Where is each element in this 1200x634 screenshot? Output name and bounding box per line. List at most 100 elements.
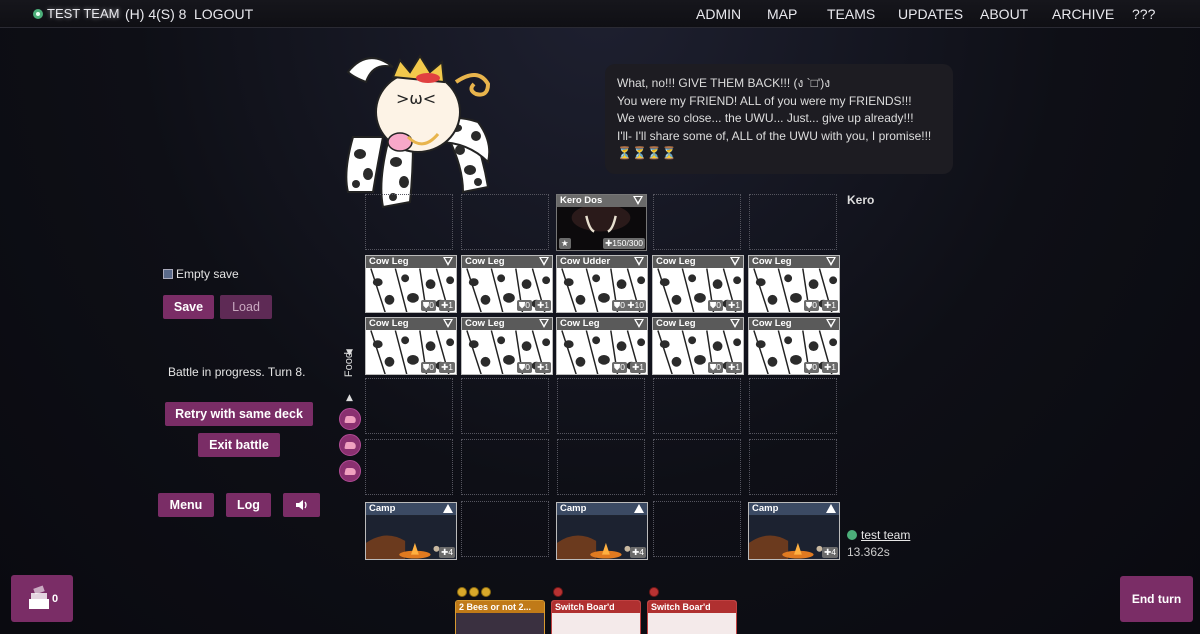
hand-card[interactable]: Switch Boar'd [551, 600, 641, 634]
cow-part-card[interactable]: Cow Leg ⛊0 ✚1 [461, 255, 553, 313]
nav-map[interactable]: MAP [767, 6, 797, 22]
card-direction-icon [826, 504, 836, 513]
score-display: (H) 4(S) 8 [125, 6, 187, 22]
food-item-icon[interactable] [339, 434, 361, 456]
sound-button[interactable] [283, 493, 320, 517]
card-hp: ✚10 [625, 300, 646, 311]
cow-boss-portrait: >ω< [345, 54, 491, 209]
cow-part-card[interactable]: Cow Leg ⛊0 ✚1 [365, 255, 457, 313]
card-direction-icon [443, 257, 453, 266]
board-cell[interactable] [749, 378, 837, 434]
card-cost [553, 587, 563, 598]
kero-dos-card[interactable]: Kero Dos ★ ✚150/300 [556, 194, 647, 251]
card-direction-icon [634, 319, 644, 328]
log-button[interactable]: Log [226, 493, 271, 517]
board-cell[interactable] [557, 378, 645, 434]
deck-stack-icon [29, 585, 49, 609]
exit-battle-button[interactable]: Exit battle [198, 433, 280, 457]
card-hp: ✚4 [439, 547, 455, 558]
card-defense: ⛊0 [803, 362, 819, 373]
card-defense: ⛊0 [516, 362, 532, 373]
board-cell[interactable] [557, 439, 645, 495]
blood-cost-icon [553, 587, 563, 597]
board-cell[interactable] [461, 439, 549, 495]
card-hp: ✚1 [439, 362, 455, 373]
retry-button[interactable]: Retry with same deck [165, 402, 313, 426]
card-direction-icon [443, 504, 453, 513]
coin-cost-icon [481, 587, 491, 597]
card-hp: ✚4 [630, 547, 646, 558]
food-up-arrow[interactable]: ▲ [346, 393, 353, 403]
player-name-link[interactable]: test team [847, 528, 910, 542]
deck-button[interactable] [11, 575, 73, 622]
card-title: Switch Boar'd [552, 601, 640, 613]
board-cell[interactable] [365, 194, 453, 250]
cow-part-card[interactable]: Cow Leg ⛊0 ✚1 [748, 255, 840, 313]
end-turn-button[interactable]: End turn [1120, 576, 1193, 622]
board-cell[interactable] [365, 439, 453, 495]
nav-secret[interactable]: ??? [1132, 6, 1155, 22]
cow-part-card[interactable]: Cow Leg ⛊0 ✚1 [652, 255, 744, 313]
board-cell[interactable] [461, 378, 549, 434]
menu-button[interactable]: Menu [158, 493, 214, 517]
dialogue-line: You were my FRIEND! ALL of you were my F… [617, 93, 912, 108]
nav-about[interactable]: ABOUT [980, 6, 1028, 22]
nav-teams[interactable]: TEAMS [827, 6, 875, 22]
camp-card[interactable]: Camp ✚4 [556, 502, 648, 560]
card-hp: ✚1 [822, 300, 838, 311]
card-direction-icon [826, 257, 836, 266]
cow-part-card[interactable]: Cow Leg ⛊0 ✚1 [652, 317, 744, 375]
save-button[interactable]: Save [163, 295, 214, 319]
food-item-icon[interactable] [339, 408, 361, 430]
team-link[interactable]: TEST TEAM [33, 6, 119, 21]
team-icon [33, 8, 43, 19]
dialogue-bubble: What, no!!! GIVE THEM BACK!!! (ง `□')ง Y… [605, 64, 953, 174]
card-direction-icon [634, 504, 644, 513]
board-cell[interactable] [653, 439, 741, 495]
hand-card[interactable]: 2 Bees or not 2... [455, 600, 545, 634]
card-defense: ⛊0 [420, 362, 436, 373]
card-direction-icon [633, 196, 643, 205]
logout-link[interactable]: LOGOUT [194, 6, 253, 22]
board-cell[interactable] [461, 501, 549, 557]
card-hp: ✚1 [726, 362, 742, 373]
player-name-text: test team [861, 528, 911, 542]
board-cell[interactable] [653, 378, 741, 434]
nav-admin[interactable]: ADMIN [696, 6, 741, 22]
dialogue-line: What, no!!! GIVE THEM BACK!!! (ง `□')ง [617, 76, 831, 90]
card-defense: ⛊0 [803, 300, 819, 311]
cow-part-card[interactable]: Cow Leg ⛊0 ✚1 [461, 317, 553, 375]
floppy-icon [163, 269, 173, 279]
camp-card[interactable]: Camp ✚4 [748, 502, 840, 560]
cow-part-card[interactable]: Cow Leg ⛊0 ✚1 [556, 317, 648, 375]
cow-part-card[interactable]: Cow Leg ⛊0 ✚1 [748, 317, 840, 375]
board-cell[interactable] [461, 194, 549, 250]
board-cell[interactable] [749, 194, 837, 250]
deck-count: 0 [52, 593, 59, 605]
nav-archive[interactable]: ARCHIVE [1052, 6, 1114, 22]
cow-part-card[interactable]: Cow Leg ⛊0 ✚1 [365, 317, 457, 375]
board-cell[interactable] [653, 501, 741, 557]
card-hp: ✚1 [439, 300, 455, 311]
board-cell[interactable] [365, 378, 453, 434]
card-direction-icon [443, 319, 453, 328]
top-nav-bar: TEST TEAM (H) 4(S) 8 LOGOUT ADMIN MAP TE… [0, 0, 1200, 28]
card-cost [649, 587, 659, 598]
blood-cost-icon [649, 587, 659, 597]
board-cell[interactable] [653, 194, 741, 250]
speaker-icon [295, 500, 307, 510]
hand-card[interactable]: Switch Boar'd [647, 600, 737, 634]
dialogue-line: I'll- I'll share some of, ALL of the UWU… [617, 128, 932, 143]
save-status-text: Empty save [176, 267, 239, 281]
turn-timer: 13.362s [847, 545, 890, 559]
card-hp: ✚150/300 [603, 238, 645, 249]
food-item-icon[interactable] [339, 460, 361, 482]
card-title: Switch Boar'd [648, 601, 736, 613]
dialogue-hourglasses: ⏳⏳⏳⏳ [617, 146, 677, 160]
nav-updates[interactable]: UPDATES [898, 6, 963, 22]
cow-part-card[interactable]: Cow Udder ⛊0 ✚10 [556, 255, 648, 313]
load-button[interactable]: Load [220, 295, 272, 319]
board-cell[interactable] [749, 439, 837, 495]
card-direction-icon [539, 319, 549, 328]
camp-card[interactable]: Camp ✚4 [365, 502, 457, 560]
